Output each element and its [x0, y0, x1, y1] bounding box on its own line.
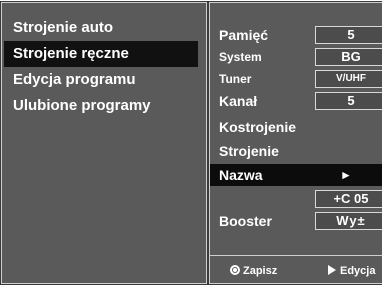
setting-row-memory[interactable]: Pamięć 5 [210, 24, 382, 46]
setting-row-channel[interactable]: Kanał 5 [210, 90, 382, 112]
setting-row-name[interactable]: Nazwa ► [210, 164, 382, 186]
system-value[interactable]: BG [315, 48, 382, 66]
name-label: Nazwa [219, 167, 263, 183]
channel-label: Kanał [219, 93, 258, 109]
tv-osd-screen: Strojenie auto Strojenie ręczne Edycja p… [0, 0, 382, 286]
fine-tune-label: Kostrojenie [219, 119, 297, 135]
setting-row-system[interactable]: System BG [210, 46, 382, 68]
booster-value[interactable]: Wy± [315, 212, 382, 230]
right-settings-panel: Pamięć 5 System BG Tuner V/UHF Kanał 5 K… [208, 1, 382, 285]
right-arrow-icon: ► [340, 168, 352, 182]
setting-row-search[interactable]: Strojenie [210, 140, 382, 162]
menu-item-program-edit[interactable]: Edycja programu [4, 67, 198, 93]
menu-item-manual-tuning[interactable]: Strojenie ręczne [4, 41, 198, 67]
save-label: Zapisz [243, 265, 278, 277]
left-menu: Strojenie auto Strojenie ręczne Edycja p… [2, 3, 206, 119]
ok-circle-icon [230, 265, 240, 275]
memory-value[interactable]: 5 [315, 26, 382, 44]
tuner-value[interactable]: V/UHF [315, 70, 382, 88]
memory-label: Pamięć [219, 27, 269, 43]
booster-label: Booster [219, 213, 272, 229]
edit-label: Edycja [340, 265, 376, 277]
channel-value[interactable]: 5 [315, 92, 382, 110]
setting-row-name-value[interactable]: +C 05 [210, 188, 382, 210]
search-label: Strojenie [219, 143, 279, 159]
menu-item-auto-tuning[interactable]: Strojenie auto [4, 15, 198, 41]
menu-item-favorite-programs[interactable]: Ulubione programy [4, 93, 198, 119]
system-label: System [219, 50, 262, 64]
edit-hint[interactable]: Edycja [328, 265, 375, 277]
save-hint[interactable]: Zapisz [230, 265, 277, 277]
left-menu-panel: Strojenie auto Strojenie ręczne Edycja p… [0, 1, 208, 285]
footer-bar: Zapisz Edycja [210, 255, 382, 283]
tuner-label: Tuner [219, 72, 252, 86]
setting-row-tuner[interactable]: Tuner V/UHF [210, 68, 382, 90]
setting-row-booster[interactable]: Booster Wy± [210, 210, 382, 232]
right-triangle-icon [328, 265, 336, 275]
name-value[interactable]: +C 05 [315, 190, 382, 208]
setting-row-fine-tune[interactable]: Kostrojenie [210, 116, 382, 138]
